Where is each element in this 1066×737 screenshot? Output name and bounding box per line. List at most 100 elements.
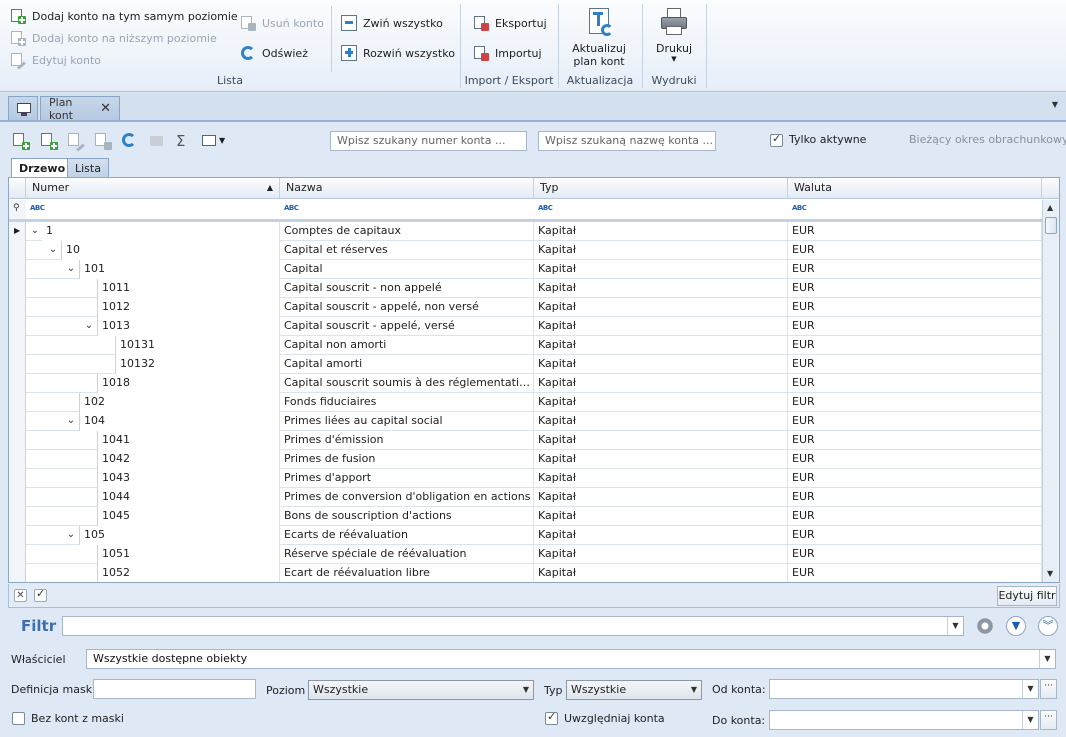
type-select[interactable]: Wszystkie <box>566 680 702 700</box>
add-lower-level-button[interactable]: Dodaj konto na niższym poziomie <box>10 30 217 46</box>
vertical-scrollbar[interactable]: ▲ ▼ <box>1042 200 1059 582</box>
table-row[interactable]: 1042 Primes de fusion Kapitał EUR <box>9 450 1042 469</box>
owner-dropdown-icon[interactable]: ▼ <box>1039 650 1055 668</box>
cell-nazwa: Ecarts de réévaluation <box>280 526 534 545</box>
only-active-checkbox[interactable] <box>770 132 783 147</box>
search-account-number-input[interactable]: Wpisz szukany numer konta ... <box>330 131 527 151</box>
expand-filter-chevron-icon[interactable]: ︾ <box>1038 616 1058 636</box>
table-row[interactable]: 1041 Primes d'émission Kapitał EUR <box>9 431 1042 450</box>
owner-select[interactable]: Wszystkie dostępne obiekty ▼ <box>86 649 1056 669</box>
header-corner <box>1042 178 1059 199</box>
tab-list[interactable]: Lista <box>67 158 109 179</box>
filter-waluta-input[interactable]: ABC <box>788 200 1042 220</box>
gear-icon[interactable] <box>976 617 994 635</box>
filter-input[interactable]: ▼ <box>62 616 964 636</box>
tab-plan-kont[interactable]: Plan kont ✕ <box>40 96 120 122</box>
table-row[interactable]: 10132 Capital amorti Kapitał EUR <box>9 355 1042 374</box>
edit-account-button[interactable]: Edytuj konto <box>10 52 101 70</box>
remove-account-button[interactable]: Usuń konto <box>240 15 324 31</box>
cell-numer: 1018 <box>26 374 280 393</box>
table-row[interactable]: 1011 Capital souscrit - non appelé Kapitał… <box>9 279 1042 298</box>
table-row[interactable]: ⌄ 101 Capital Kapitał EUR <box>9 260 1042 279</box>
cell-nazwa: Ecart de réévaluation libre <box>280 564 534 582</box>
table-row[interactable]: ⌄ 10 Capital et réserves Kapitał EUR <box>9 241 1042 260</box>
column-header-nazwa[interactable]: Nazwa <box>280 178 534 199</box>
scroll-thumb[interactable] <box>1045 217 1057 234</box>
table-row[interactable]: 10131 Capital non amorti Kapitał EUR <box>9 336 1042 355</box>
table-row[interactable]: 1045 Bons de souscription d'actions Kapita… <box>9 507 1042 526</box>
update-chart-of-accounts-button[interactable]: Aktualizuj plan kont <box>562 6 636 68</box>
tabs-menu-chevron-icon[interactable]: ▼ <box>1052 100 1058 109</box>
print-button[interactable]: Drukuj ▼ <box>648 6 700 63</box>
from-account-browse-button[interactable]: ··· <box>1040 679 1057 699</box>
from-account-dropdown-icon[interactable]: ▼ <box>1022 680 1038 698</box>
filter-numer-input[interactable]: ABC <box>26 200 280 220</box>
edit-filter-button[interactable]: Edytuj filtr <box>997 586 1057 606</box>
refresh-icon <box>240 45 256 61</box>
delete-icon[interactable] <box>94 132 112 150</box>
book-icon[interactable] <box>148 132 166 150</box>
column-header-typ[interactable]: Typ <box>534 178 788 199</box>
filter-pin-icon[interactable]: ⚲ <box>9 200 26 220</box>
mask-definition-input[interactable] <box>93 679 256 699</box>
add-lower-level-icon[interactable] <box>40 132 58 150</box>
close-icon[interactable]: ✕ <box>100 101 111 116</box>
scroll-down-icon[interactable]: ▼ <box>1047 569 1053 578</box>
table-row[interactable]: ▶ ⌄ 1 Comptes de capitaux Kapitał EUR <box>9 222 1042 241</box>
refresh-button[interactable]: Odśwież <box>240 45 308 61</box>
cell-numer: 1042 <box>26 450 280 469</box>
collapse-all-button[interactable]: Zwiń wszystko <box>341 15 443 31</box>
table-row[interactable]: 102 Fonds fiduciaires Kapitał EUR <box>9 393 1042 412</box>
expand-all-button[interactable]: Rozwiń wszystko <box>341 45 455 61</box>
import-button[interactable]: Importuj <box>473 45 542 61</box>
grid-view-icon[interactable]: ▼ <box>201 132 225 150</box>
expand-toggle-icon[interactable]: ⌄ <box>64 526 78 544</box>
cell-waluta: EUR <box>788 564 1042 582</box>
desktop-tab[interactable] <box>8 96 38 120</box>
from-account-input[interactable]: ▼ <box>769 679 1039 699</box>
table-row[interactable]: 1044 Primes de conversion d'obligation en… <box>9 488 1042 507</box>
column-header-waluta[interactable]: Waluta <box>788 178 1042 199</box>
sum-icon[interactable]: Σ <box>175 132 193 150</box>
refresh-icon[interactable] <box>121 132 139 150</box>
filter-dropdown-icon[interactable]: ▼ <box>947 617 963 635</box>
expand-toggle-icon[interactable]: ⌄ <box>46 241 60 259</box>
table-row[interactable]: 1043 Primes d'apport Kapitał EUR <box>9 469 1042 488</box>
no-mask-checkbox[interactable] <box>12 712 25 725</box>
table-row[interactable]: 1018 Capital souscrit soumis à des réglem… <box>9 374 1042 393</box>
to-account-browse-button[interactable]: ··· <box>1040 710 1057 730</box>
level-select[interactable]: Wszystkie <box>308 680 534 700</box>
filter-nazwa-input[interactable]: ABC <box>280 200 534 220</box>
scroll-up-icon[interactable]: ▲ <box>1047 203 1053 212</box>
apply-filter-checkbox[interactable] <box>34 587 47 602</box>
row-indicator <box>9 507 26 526</box>
to-account-dropdown-icon[interactable]: ▼ <box>1022 711 1038 729</box>
cell-waluta: EUR <box>788 507 1042 526</box>
account-number: 1012 <box>97 298 279 317</box>
account-number: 1 <box>42 222 279 241</box>
table-row[interactable]: 1012 Capital souscrit - appelé, non versé… <box>9 298 1042 317</box>
table-row[interactable]: ⌄ 104 Primes liées au capital social Kapita… <box>9 412 1042 431</box>
export-button[interactable]: Eksportuj <box>473 15 547 31</box>
table-row[interactable]: ⌄ 1013 Capital souscrit - appelé, versé Kap… <box>9 317 1042 336</box>
table-row[interactable]: ⌄ 105 Ecarts de réévaluation Kapitał EUR <box>9 526 1042 545</box>
include-accounts-checkbox[interactable] <box>545 710 558 725</box>
expand-toggle-icon[interactable]: ⌄ <box>64 412 78 430</box>
funnel-icon[interactable]: ▼ <box>1006 616 1026 636</box>
cell-nazwa: Primes de conversion d'obligation en act… <box>280 488 534 507</box>
table-row[interactable]: 1052 Ecart de réévaluation libre Kapitał EU… <box>9 564 1042 582</box>
cell-typ: Kapitał <box>534 298 788 317</box>
edit-icon[interactable] <box>67 132 85 152</box>
expand-toggle-icon[interactable]: ⌄ <box>28 222 42 240</box>
clear-filter-icon[interactable]: ✕ <box>14 589 27 602</box>
to-account-input[interactable]: ▼ <box>769 710 1039 730</box>
expand-toggle-icon[interactable]: ⌄ <box>82 317 96 335</box>
filter-typ-input[interactable]: ABC <box>534 200 788 220</box>
add-same-level-button[interactable]: Dodaj konto na tym samym poziomie <box>10 8 238 24</box>
search-account-name-input[interactable]: Wpisz szukaną nazwę konta ... <box>538 131 716 151</box>
column-header-numer[interactable]: Numer ▲ <box>26 178 280 199</box>
expand-toggle-icon[interactable]: ⌄ <box>64 260 78 278</box>
table-row[interactable]: 1051 Réserve spéciale de réévaluation Kapi… <box>9 545 1042 564</box>
cell-nazwa: Primes liées au capital social <box>280 412 534 431</box>
add-same-level-icon[interactable] <box>12 132 30 150</box>
